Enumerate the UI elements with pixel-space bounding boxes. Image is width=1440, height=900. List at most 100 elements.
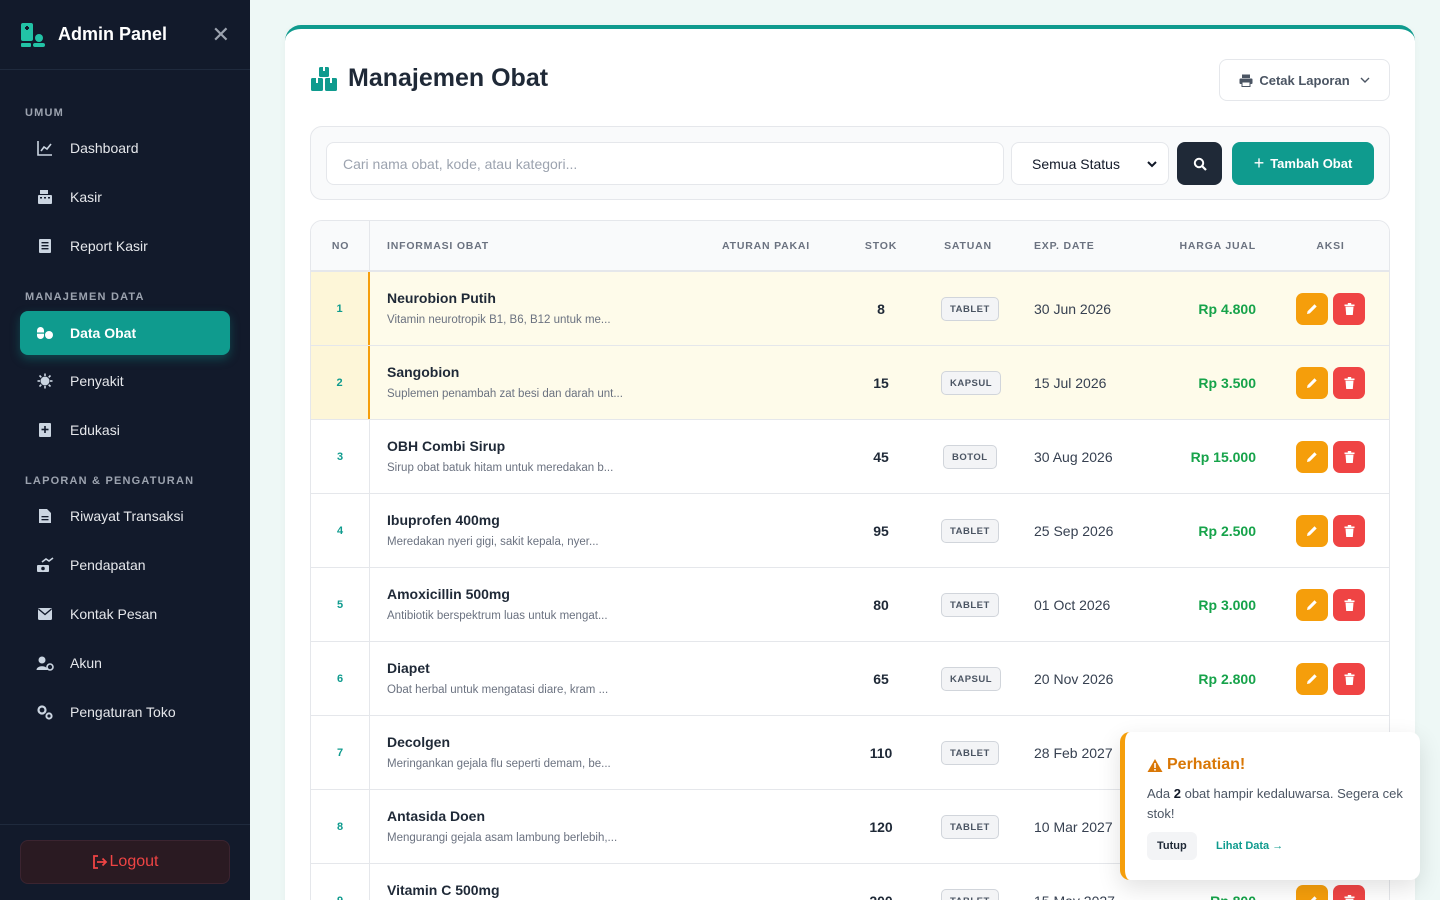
print-report-label: Cetak Laporan xyxy=(1259,72,1350,88)
search-input[interactable] xyxy=(326,142,1004,185)
status-select[interactable]: Semua Status xyxy=(1011,142,1169,185)
sidebar-item-data-obat[interactable]: Data Obat xyxy=(20,311,230,355)
delete-button[interactable] xyxy=(1333,367,1365,399)
sidebar-item-riwayat-transaksi[interactable]: Riwayat Transaksi xyxy=(20,494,230,538)
medicine-stock: 95 xyxy=(873,522,889,539)
medicine-name: Ibuprofen 400mg xyxy=(387,512,500,528)
close-icon[interactable]: ✕ xyxy=(212,23,230,46)
header-aturan-pakai: ATURAN PAKAI xyxy=(722,239,810,252)
medicine-name: Amoxicillin 500mg xyxy=(387,586,510,602)
search-button[interactable] xyxy=(1177,142,1222,185)
table-row: 5 Amoxicillin 500mg Antibiotik berspektrum… xyxy=(311,568,1389,642)
trash-icon xyxy=(1344,599,1354,611)
trash-icon xyxy=(1344,303,1354,315)
edit-button[interactable] xyxy=(1296,663,1328,695)
sidebar-item-pengaturan-toko[interactable]: Pengaturan Toko xyxy=(20,690,230,734)
table-row: 2 Sangobion Suplemen penambah zat besi dan… xyxy=(311,346,1389,420)
sidebar-item-pendapatan[interactable]: Pendapatan xyxy=(20,543,230,587)
trash-icon xyxy=(1344,377,1354,389)
row-number: 9 xyxy=(311,864,370,900)
delete-button[interactable] xyxy=(1333,515,1365,547)
medicine-stock: 45 xyxy=(873,448,889,465)
medicine-stock: 8 xyxy=(877,300,885,317)
edit-button[interactable] xyxy=(1296,293,1328,325)
logout-button[interactable]: Logout xyxy=(20,840,230,884)
toast-message-suffix: obat hampir kedaluwarsa. Segera cek stok… xyxy=(1147,786,1403,821)
sidebar-item-kasir[interactable]: Kasir xyxy=(20,175,230,219)
sidebar-item-edukasi[interactable]: Edukasi xyxy=(20,408,230,452)
trash-icon xyxy=(1344,451,1354,463)
virus-icon xyxy=(36,372,54,390)
medicine-description: Antibiotik berspektrum luas untuk mengat… xyxy=(387,610,608,622)
gears-icon xyxy=(36,703,54,721)
header-informasi-obat: INFORMASI OBAT xyxy=(387,239,489,252)
page-title: Manajemen Obat xyxy=(310,64,548,93)
medicine-name: Neurobion Putih xyxy=(387,290,496,306)
toast-count: 2 xyxy=(1173,786,1181,801)
sidebar-title: Admin Panel xyxy=(58,24,168,44)
sidebar-item-label: Kontak Pesan xyxy=(70,606,158,622)
file-icon xyxy=(36,507,54,525)
edit-button[interactable] xyxy=(1296,441,1328,473)
delete-button[interactable] xyxy=(1333,885,1365,900)
sidebar-header: Admin Panel ✕ xyxy=(0,0,250,70)
row-number: 6 xyxy=(311,642,370,715)
sidebar-item-label: Riwayat Transaksi xyxy=(70,508,184,524)
pencil-icon xyxy=(1307,674,1317,684)
unit-badge: TABLET xyxy=(941,741,999,765)
pencil-icon xyxy=(1310,896,1317,900)
header-satuan: SATUAN xyxy=(944,239,992,252)
expiry-date: 25 Sep 2026 xyxy=(1034,522,1114,539)
selling-price: Rp 2.800 xyxy=(1198,670,1256,687)
medicine-name: Diapet xyxy=(387,660,430,676)
sidebar-item-report-kasir[interactable]: Report Kasir xyxy=(20,224,230,268)
sidebar-item-dashboard[interactable]: Dashboard xyxy=(20,126,230,170)
expiry-date: 01 Oct 2026 xyxy=(1034,596,1111,613)
expiry-date: 30 Jun 2026 xyxy=(1034,300,1112,317)
delete-button[interactable] xyxy=(1333,441,1365,473)
sidebar-item-label: Kasir xyxy=(70,189,102,205)
expiry-warning-toast: Perhatian! Ada 2 obat hampir kedaluwarsa… xyxy=(1120,732,1420,880)
search-icon xyxy=(1193,157,1207,171)
pencil-icon xyxy=(1307,600,1317,610)
sidebar-item-kontak-pesan[interactable]: Kontak Pesan xyxy=(20,592,230,636)
toast-message: Ada 2 obat hampir kedaluwarsa. Segera ce… xyxy=(1147,784,1407,824)
medicine-description: Sirup obat batuk hitam untuk meredakan b… xyxy=(387,462,614,474)
selling-price: Rp 3.000 xyxy=(1198,596,1256,613)
toast-view-data-link[interactable]: Lihat Data → xyxy=(1216,832,1283,860)
chevron-down-icon xyxy=(1360,77,1370,83)
row-number: 5 xyxy=(311,568,370,641)
edit-button[interactable] xyxy=(1296,885,1328,900)
delete-button[interactable] xyxy=(1333,663,1365,695)
pencil-icon xyxy=(1307,304,1317,314)
sidebar-item-label: Report Kasir xyxy=(70,238,148,254)
delete-button[interactable] xyxy=(1333,293,1365,325)
section-laporan: LAPORAN & PENGATURAN xyxy=(25,475,195,487)
pencil-icon xyxy=(1307,378,1317,388)
header-aksi: AKSI xyxy=(1316,239,1345,252)
filter-bar: Semua Status + Tambah Obat xyxy=(310,126,1390,200)
medicine-description: Vitamin neurotropik B1, B6, B12 untuk me… xyxy=(387,314,611,326)
unit-badge: TABLET xyxy=(941,815,999,839)
sidebar-item-akun[interactable]: Akun xyxy=(20,641,230,685)
print-report-button[interactable]: Cetak Laporan xyxy=(1219,59,1390,101)
unit-badge: KAPSUL xyxy=(941,667,1002,691)
sidebar-item-label: Pendapatan xyxy=(70,557,146,573)
unit-badge: TABLET xyxy=(941,297,999,321)
toast-close-button[interactable]: Tutup xyxy=(1147,832,1197,860)
delete-button[interactable] xyxy=(1333,589,1365,621)
edit-button[interactable] xyxy=(1296,515,1328,547)
row-number: 7 xyxy=(311,716,370,789)
edit-button[interactable] xyxy=(1296,589,1328,621)
clinic-logo-icon xyxy=(21,22,45,47)
sidebar-item-label: Data Obat xyxy=(70,325,137,341)
pills-icon xyxy=(36,324,54,342)
sidebar-item-penyakit[interactable]: Penyakit xyxy=(20,359,230,403)
unit-badge: TABLET xyxy=(941,889,999,900)
edit-button[interactable] xyxy=(1296,367,1328,399)
add-medicine-button[interactable]: + Tambah Obat xyxy=(1232,142,1374,185)
sidebar: Admin Panel ✕ UMUM Dashboard Kasir Repor… xyxy=(0,0,250,900)
medicine-stock: 15 xyxy=(873,374,889,391)
unit-badge: TABLET xyxy=(941,519,999,543)
sidebar-item-label: Akun xyxy=(70,655,102,671)
